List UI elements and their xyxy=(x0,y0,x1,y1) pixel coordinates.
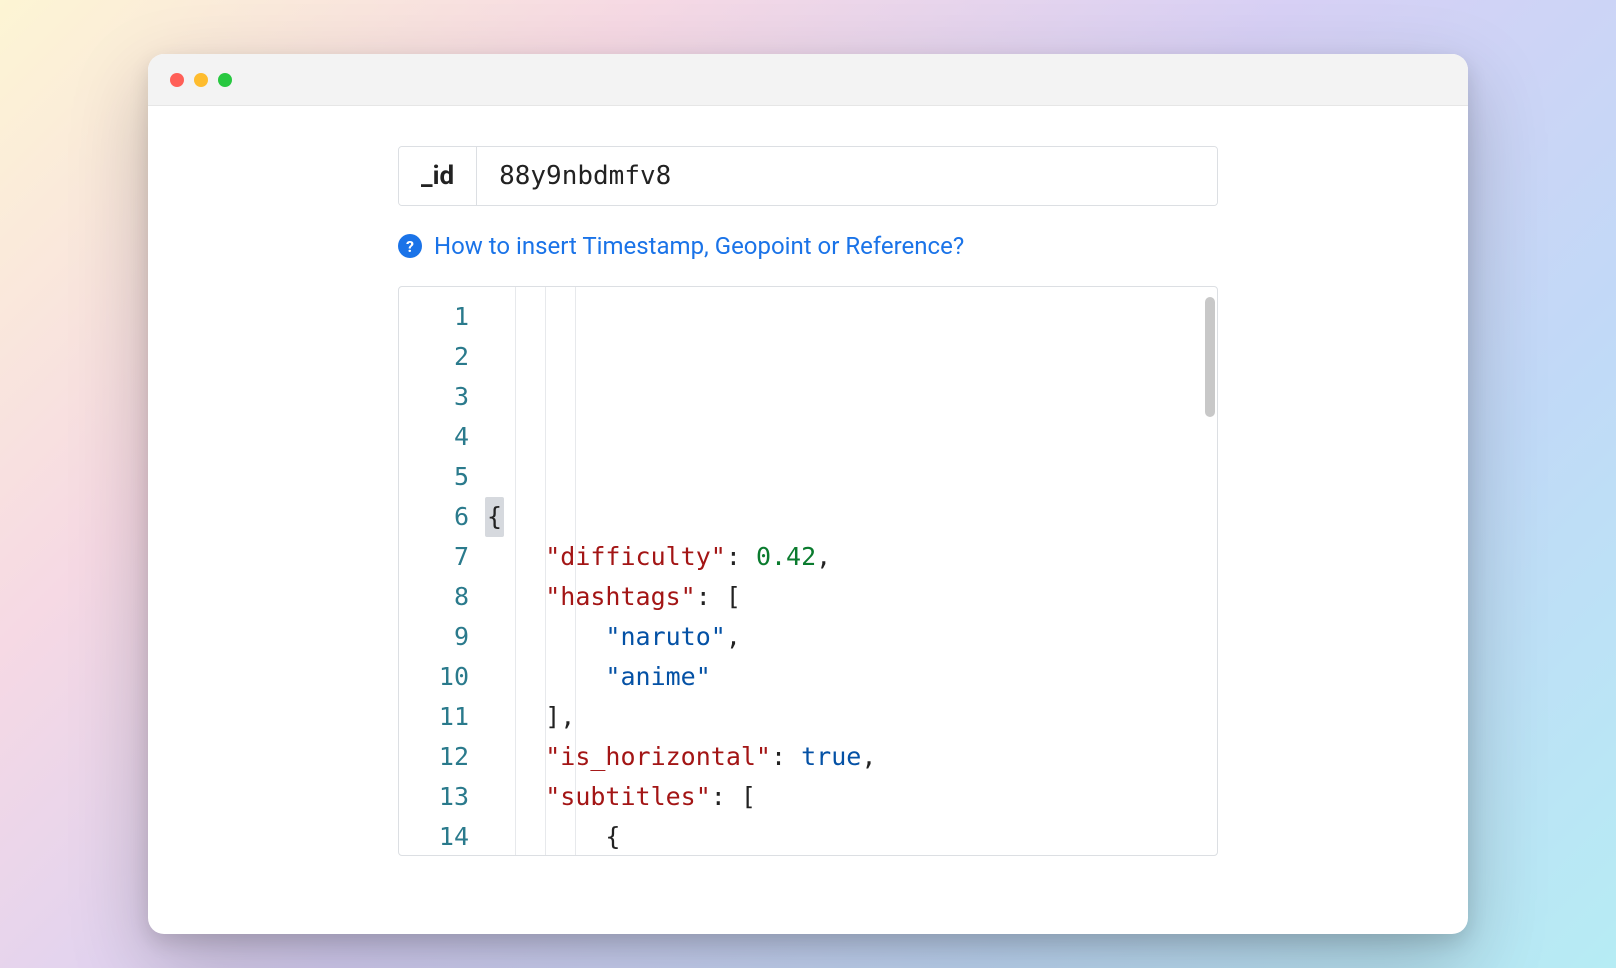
code-line: "hashtags": [ xyxy=(485,577,1147,617)
line-number: 11 xyxy=(399,697,469,737)
code-area[interactable]: { "difficulty": 0.42, "hashtags": [ "nar… xyxy=(485,287,1147,855)
titlebar xyxy=(148,54,1468,106)
code-line: "difficulty": 0.42, xyxy=(485,537,1147,577)
app-window: _id 88y9nbdmfv8 ? How to insert Timestam… xyxy=(148,54,1468,934)
help-link[interactable]: ? How to insert Timestamp, Geopoint or R… xyxy=(398,232,1218,260)
line-number: 6 xyxy=(399,497,469,537)
code-line: { xyxy=(485,817,1147,856)
line-number: 10 xyxy=(399,657,469,697)
window-zoom-button[interactable] xyxy=(218,73,232,87)
question-circle-icon: ? xyxy=(398,234,422,258)
code-line: "subtitles": [ xyxy=(485,777,1147,817)
line-number: 1 xyxy=(399,297,469,337)
line-number: 9 xyxy=(399,617,469,657)
line-number: 12 xyxy=(399,737,469,777)
code-line: ], xyxy=(485,697,1147,737)
window-close-button[interactable] xyxy=(170,73,184,87)
code-line: "anime" xyxy=(485,657,1147,697)
code-line: { xyxy=(485,497,1147,537)
document-panel: _id 88y9nbdmfv8 ? How to insert Timestam… xyxy=(398,146,1218,934)
line-number: 7 xyxy=(399,537,469,577)
help-link-text: How to insert Timestamp, Geopoint or Ref… xyxy=(434,232,964,260)
editor-scrollbar[interactable] xyxy=(1205,297,1215,417)
line-number: 3 xyxy=(399,377,469,417)
json-editor[interactable]: 1234567891011121314 { "difficulty": 0.42… xyxy=(398,286,1218,856)
id-field-label: _id xyxy=(399,147,477,205)
line-number: 14 xyxy=(399,817,469,856)
content-area: _id 88y9nbdmfv8 ? How to insert Timestam… xyxy=(148,106,1468,934)
line-number: 5 xyxy=(399,457,469,497)
id-field-input[interactable]: 88y9nbdmfv8 xyxy=(477,147,1217,205)
code-line: "naruto", xyxy=(485,617,1147,657)
window-minimize-button[interactable] xyxy=(194,73,208,87)
line-number: 13 xyxy=(399,777,469,817)
line-number: 4 xyxy=(399,417,469,457)
line-number: 8 xyxy=(399,577,469,617)
line-number: 2 xyxy=(399,337,469,377)
code-line: "is_horizontal": true, xyxy=(485,737,1147,777)
id-field-row: _id 88y9nbdmfv8 xyxy=(398,146,1218,206)
line-number-gutter: 1234567891011121314 xyxy=(399,287,485,855)
